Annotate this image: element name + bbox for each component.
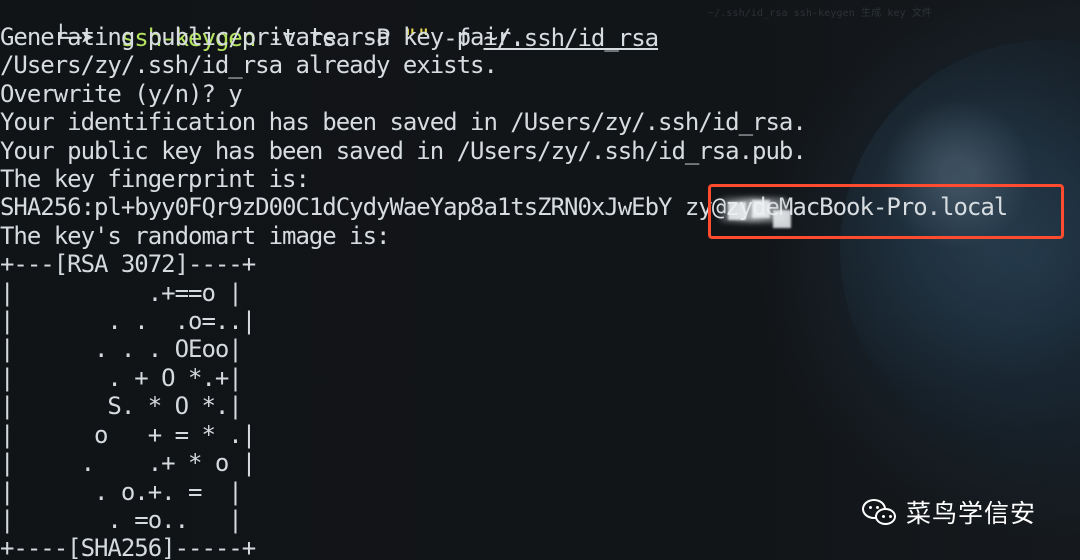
wechat-eye-icon [869, 506, 872, 509]
randomart-line: | . o.+. = | [0, 478, 243, 506]
wechat-eye-icon [882, 515, 885, 518]
randomart-line: | . =o.. | [0, 506, 243, 534]
output-line: /Users/zy/.ssh/id_rsa already exists. [0, 51, 498, 79]
randomart-line: | . + O *.+| [0, 364, 243, 392]
randomart-line: | . . .o=..| [0, 307, 256, 335]
randomart-line: +----[SHA256]-----+ [0, 534, 256, 560]
faint-background-text: ~/.ssh/id_rsa ssh-keygen 生成 key 文件 [708, 8, 933, 19]
output-line: Generating public/private rsa key pair. [0, 23, 525, 51]
randomart-line: | .+==o | [0, 279, 243, 307]
terminal-window[interactable]: ~/.ssh/id_rsa ssh-keygen 生成 key 文件 └─➤ s… [0, 0, 1080, 560]
command-line: └─➤ ssh-keygen -t rsa -P "" -f ~/.ssh/id… [0, 0, 659, 52]
randomart-line: +---[RSA 3072]----+ [0, 250, 256, 278]
watermark-text: 菜鸟学信安 [906, 499, 1037, 528]
randomart-line: | . .+ * o | [0, 449, 256, 477]
planet-background-image [840, 40, 1080, 460]
output-line: The key fingerprint is: [0, 165, 310, 193]
output-line: Overwrite (y/n)? y [0, 80, 243, 108]
randomart-line: | o + = * .| [0, 421, 256, 449]
randomart-line: | S. * O *.| [0, 392, 243, 420]
output-line: The key's randomart image is: [0, 222, 390, 250]
wechat-eye-icon [889, 515, 892, 518]
fingerprint-highlight-box [708, 184, 1064, 239]
wechat-small-bubble-icon [875, 508, 896, 525]
output-line: Your public key has been saved in /Users… [0, 137, 807, 165]
randomart-line: | . . . OEoo| [0, 335, 243, 363]
wechat-icon [862, 498, 898, 526]
watermark: 菜鸟学信安 [862, 495, 1036, 529]
output-line: Your identification has been saved in /U… [0, 108, 807, 136]
